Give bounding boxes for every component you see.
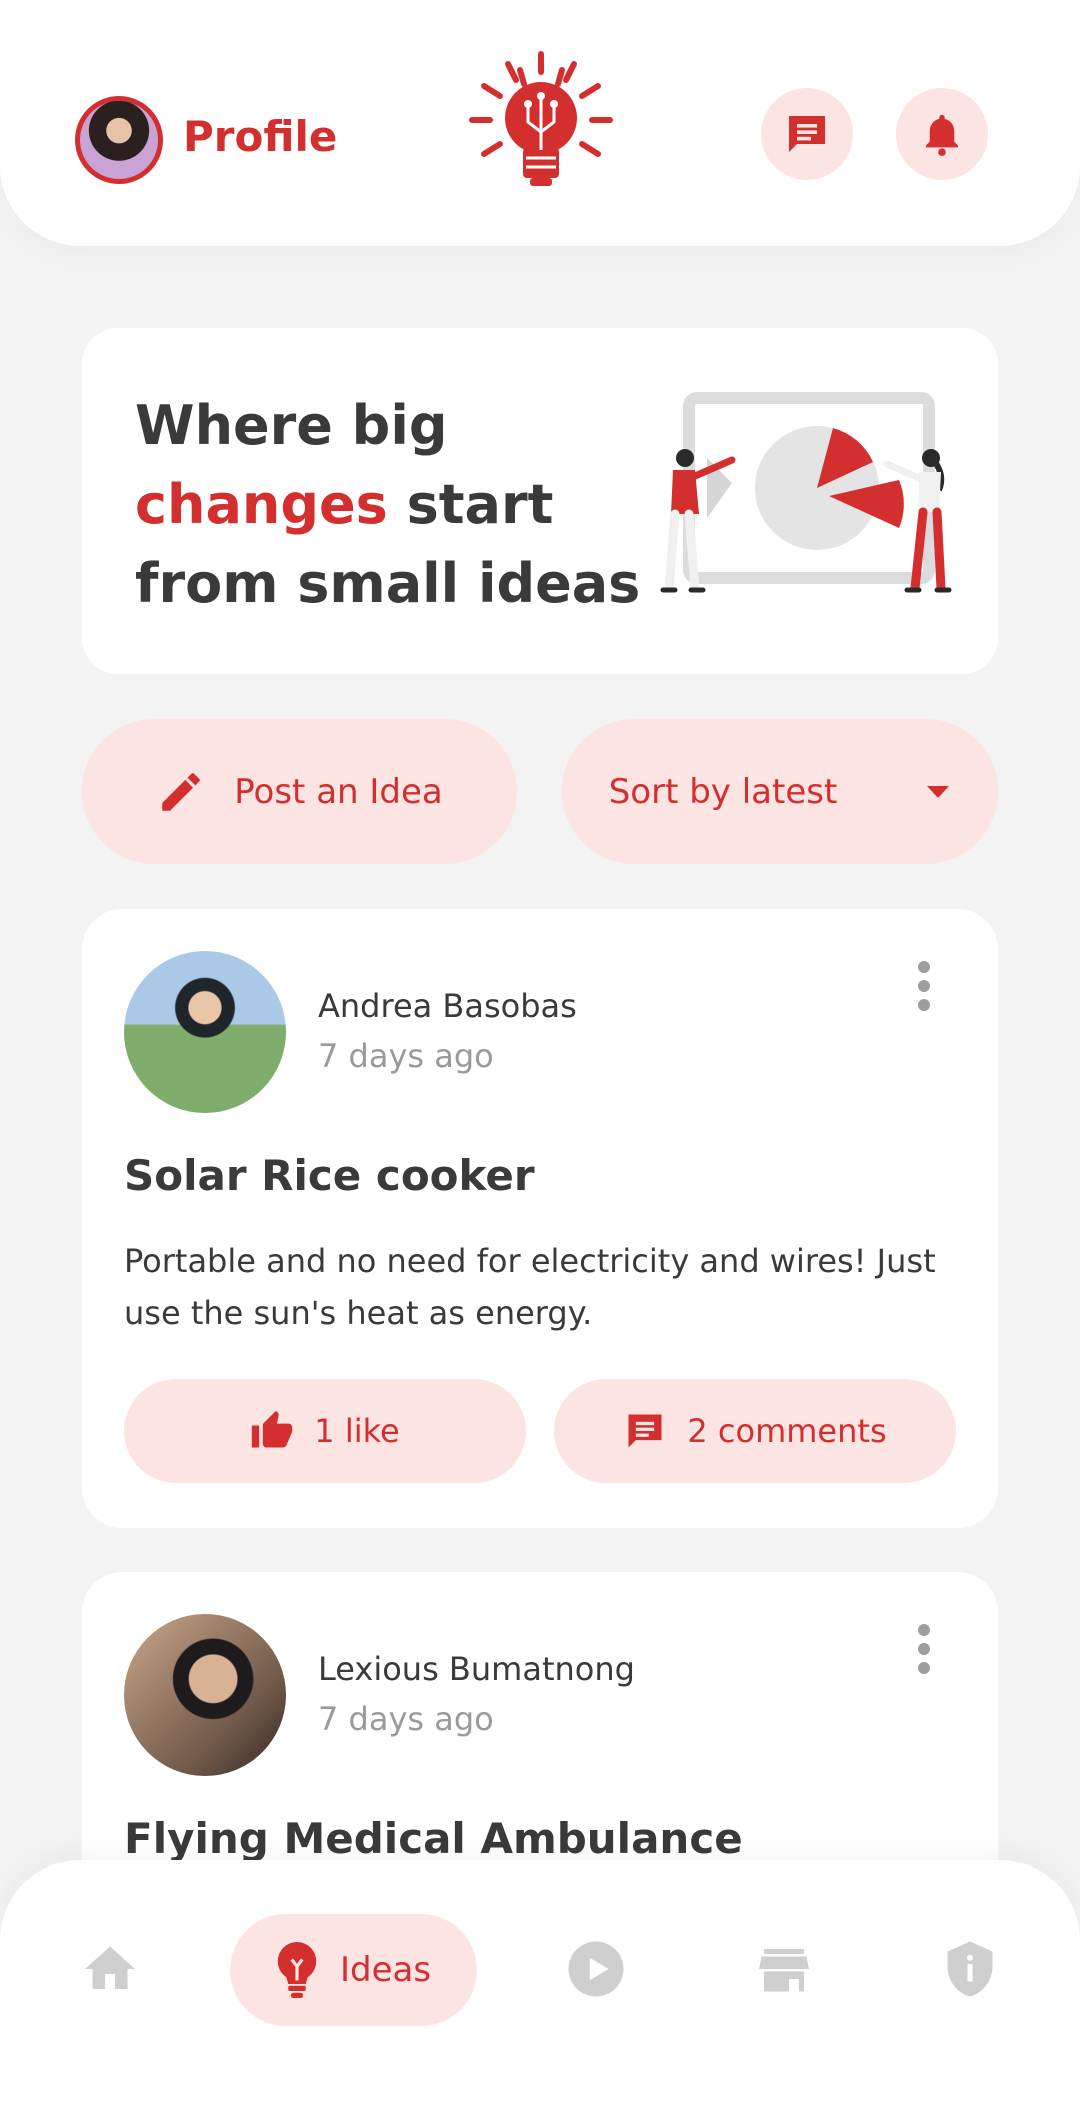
post-time: 7 days ago (318, 1700, 494, 1738)
thumbs-up-icon (252, 1410, 293, 1448)
idea-description: Portable and no need for electricity and… (124, 1242, 936, 1332)
nav-home[interactable] (70, 1846, 150, 2092)
sort-dropdown[interactable]: Sort by latest (562, 719, 998, 864)
profile-avatar[interactable] (75, 96, 163, 184)
hero-accent-word: changes (135, 473, 388, 536)
hero-line-3: from small ideas (135, 552, 641, 615)
profile-label[interactable]: Profile (183, 112, 337, 161)
idea-title[interactable]: Solar Rice cooker (124, 1151, 535, 1200)
hero-line-2: changes start (135, 465, 655, 544)
comment-icon (628, 1414, 662, 1448)
nav-ideas-label: Ideas (339, 1950, 432, 1990)
more-options-icon[interactable] (914, 961, 934, 1013)
lightbulb-sun-logo (469, 51, 613, 186)
post-time: 7 days ago (318, 1037, 494, 1075)
author-name[interactable]: Andrea Basobas (318, 987, 577, 1025)
like-count: 1 like (314, 1412, 400, 1450)
like-button[interactable]: 1 like (124, 1379, 526, 1483)
comment-count: 2 comments (687, 1412, 887, 1450)
bell-icon (925, 114, 959, 157)
author-name[interactable]: Lexious Bumatnong (318, 1650, 635, 1688)
idea-card[interactable]: Andrea Basobas 7 days ago Solar Rice coo… (82, 909, 998, 1528)
notifications-button[interactable] (896, 88, 988, 180)
pencil-icon (162, 772, 200, 811)
idea-title[interactable]: Flying Medical Ambulance (124, 1814, 743, 1863)
shield-icon (947, 1941, 993, 1997)
sort-label: Sort by latest (608, 771, 838, 812)
store-icon (759, 1949, 809, 1992)
post-idea-button[interactable]: Post an Idea (82, 719, 517, 864)
bottom-navigation: Ideas (0, 1860, 1080, 2106)
nav-videos[interactable] (556, 1846, 636, 2092)
home-icon (85, 1946, 135, 1989)
hero-card: Where big changes start from small ideas (82, 328, 998, 674)
caret-down-icon (927, 785, 950, 798)
app-screen: Profile Where big changes start from sma… (0, 0, 1080, 2106)
hero-line-1: Where big (135, 394, 448, 457)
nav-ideas[interactable]: Ideas (230, 1914, 477, 2026)
chat-icon (789, 116, 825, 152)
play-icon (568, 1941, 624, 1997)
author-avatar[interactable] (124, 951, 286, 1113)
lightbulb-icon (277, 1942, 317, 1998)
messages-button[interactable] (761, 88, 853, 180)
hero-tagline: Where big changes start from small ideas (135, 386, 655, 623)
top-header: Profile (0, 0, 1080, 246)
hero-line-2-rest: start (387, 473, 554, 536)
more-options-icon[interactable] (914, 1624, 934, 1676)
presentation-illustration (660, 392, 952, 593)
comments-button[interactable]: 2 comments (554, 1379, 956, 1483)
nav-about[interactable] (930, 1846, 1010, 2092)
post-idea-label: Post an Idea (234, 771, 443, 812)
author-avatar[interactable] (124, 1614, 286, 1776)
nav-store[interactable] (744, 1846, 824, 2092)
